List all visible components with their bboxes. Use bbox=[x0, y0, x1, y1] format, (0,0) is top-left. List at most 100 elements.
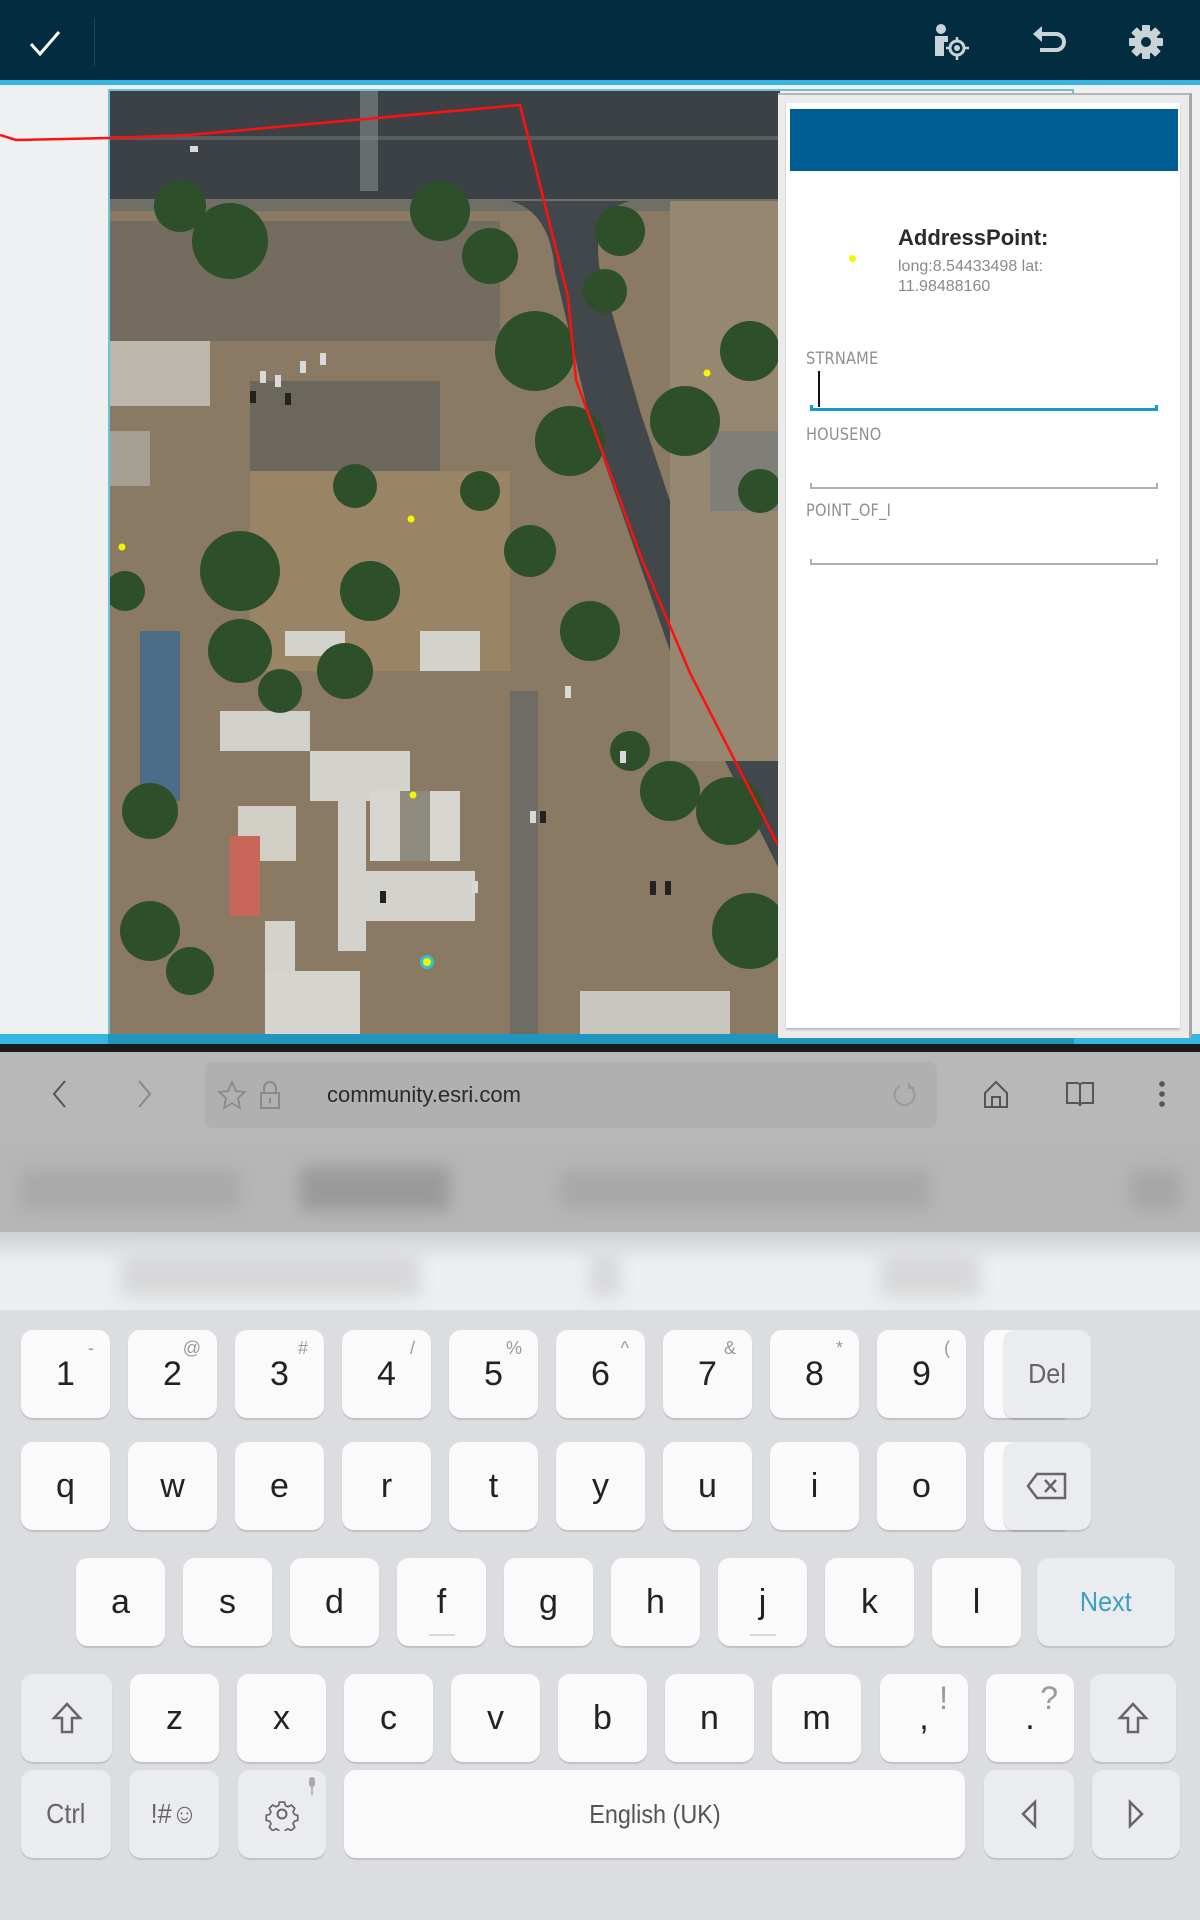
key-7[interactable]: 7 & bbox=[663, 1330, 752, 1418]
key-1[interactable]: 1- bbox=[21, 1330, 110, 1418]
user-location-icon bbox=[935, 24, 969, 60]
feature-symbol-icon bbox=[849, 255, 856, 262]
key-comma-alt: ! bbox=[939, 1680, 948, 1716]
key-w[interactable]: w bbox=[128, 1442, 217, 1530]
key-5[interactable]: 5% bbox=[449, 1330, 538, 1418]
key-next-label: Next bbox=[1080, 1586, 1132, 1617]
undo-button[interactable] bbox=[1026, 18, 1074, 66]
key-comma[interactable]: ,! bbox=[880, 1674, 968, 1762]
key-2[interactable]: 2 @ bbox=[128, 1330, 217, 1418]
key-i[interactable]: i bbox=[770, 1442, 859, 1530]
key-k[interactable]: k bbox=[825, 1558, 914, 1646]
key-m[interactable]: m bbox=[772, 1674, 861, 1762]
key-q[interactable]: q bbox=[21, 1442, 110, 1530]
reload-icon bbox=[893, 1083, 916, 1106]
key-c[interactable]: c bbox=[344, 1674, 433, 1762]
key-d[interactable]: d bbox=[290, 1558, 379, 1646]
star-icon bbox=[217, 1080, 247, 1110]
split-screen-divider[interactable] bbox=[0, 1044, 1200, 1052]
key-cursor-left[interactable] bbox=[984, 1770, 1074, 1858]
secure-indicator[interactable] bbox=[255, 1080, 285, 1110]
key-h-label: h bbox=[646, 1582, 665, 1621]
locate-user-button[interactable] bbox=[928, 18, 976, 66]
key-period-alt: ? bbox=[1040, 1680, 1058, 1716]
key-7-label: 7 bbox=[698, 1354, 717, 1393]
key-symbols[interactable]: !#☺ bbox=[129, 1770, 219, 1858]
key-u-label: u bbox=[698, 1466, 717, 1505]
shift-icon bbox=[1117, 1702, 1149, 1734]
key-period[interactable]: .? bbox=[986, 1674, 1074, 1762]
address-bar[interactable]: community.esri.com bbox=[205, 1062, 937, 1128]
key-del[interactable]: Del bbox=[1003, 1330, 1091, 1418]
home-button[interactable] bbox=[976, 1074, 1016, 1114]
key-h[interactable]: h bbox=[611, 1558, 700, 1646]
url-text: community.esri.com bbox=[327, 1082, 521, 1107]
browser-menu-button[interactable] bbox=[1142, 1074, 1182, 1114]
key-d-label: d bbox=[325, 1582, 344, 1621]
key-backspace[interactable] bbox=[1003, 1442, 1091, 1530]
field-label-houseno: HOUSENO bbox=[806, 425, 882, 445]
key-ctrl[interactable]: Ctrl bbox=[21, 1770, 111, 1858]
key-o[interactable]: o bbox=[877, 1442, 966, 1530]
forward-button[interactable] bbox=[124, 1074, 164, 1114]
back-button[interactable] bbox=[40, 1074, 80, 1114]
key-r[interactable]: r bbox=[342, 1442, 431, 1530]
key-l[interactable]: l bbox=[932, 1558, 1021, 1646]
shift-icon bbox=[50, 1702, 83, 1734]
feature-layer-name: AddressPoint: bbox=[898, 225, 1049, 250]
blurred-page-content bbox=[0, 1142, 1200, 1310]
reload-button[interactable] bbox=[890, 1080, 920, 1110]
key-y[interactable]: y bbox=[556, 1442, 645, 1530]
home-icon bbox=[984, 1080, 1008, 1108]
key-n[interactable]: n bbox=[665, 1674, 754, 1762]
key-3[interactable]: 3 # bbox=[235, 1330, 324, 1418]
confirm-button[interactable] bbox=[20, 20, 70, 66]
key-shift-left[interactable] bbox=[21, 1674, 112, 1762]
key-f[interactable]: f bbox=[397, 1558, 486, 1646]
key-6[interactable]: 6 ^ bbox=[556, 1330, 645, 1418]
key-z[interactable]: z bbox=[130, 1674, 219, 1762]
key-2-label: 2 bbox=[163, 1354, 182, 1393]
houseno-input[interactable] bbox=[810, 447, 1158, 487]
key-t[interactable]: t bbox=[449, 1442, 538, 1530]
key-b[interactable]: b bbox=[558, 1674, 647, 1762]
key-o-label: o bbox=[912, 1466, 931, 1505]
key-x[interactable]: x bbox=[237, 1674, 326, 1762]
key-space-label: English (UK) bbox=[588, 1798, 721, 1829]
key-3-label: 3 bbox=[270, 1354, 289, 1393]
key-3-alt: # bbox=[297, 1338, 308, 1358]
key-r-label: r bbox=[380, 1466, 393, 1505]
key-e[interactable]: e bbox=[235, 1442, 324, 1530]
key-i-label: i bbox=[810, 1466, 819, 1505]
key-4-label: 4 bbox=[377, 1354, 396, 1393]
point-of-interest-input[interactable] bbox=[810, 523, 1158, 563]
key-t-label: t bbox=[488, 1466, 499, 1505]
key-v[interactable]: v bbox=[451, 1674, 540, 1762]
key-u[interactable]: u bbox=[663, 1442, 752, 1530]
settings-button[interactable] bbox=[1122, 18, 1170, 66]
key-s[interactable]: s bbox=[183, 1558, 272, 1646]
key-g[interactable]: g bbox=[504, 1558, 593, 1646]
key-9-alt: ( bbox=[944, 1338, 950, 1358]
reader-button[interactable] bbox=[1060, 1074, 1100, 1114]
field-label-point-of-interest: POINT_OF_I bbox=[806, 501, 892, 521]
bookmark-button[interactable] bbox=[217, 1080, 247, 1110]
key-l-label: l bbox=[972, 1582, 981, 1621]
text-cursor bbox=[818, 371, 820, 407]
key-8[interactable]: 8 * bbox=[770, 1330, 859, 1418]
key-x-label: x bbox=[273, 1698, 290, 1737]
key-4[interactable]: 4/ bbox=[342, 1330, 431, 1418]
key-shift-right[interactable] bbox=[1090, 1674, 1176, 1762]
key-del-label: Del bbox=[1028, 1358, 1066, 1389]
key-c-label: c bbox=[380, 1698, 397, 1737]
key-n-label: n bbox=[700, 1698, 719, 1737]
satellite-basemap bbox=[110, 91, 780, 1040]
key-cursor-right[interactable] bbox=[1092, 1770, 1180, 1858]
key-keyboard-settings[interactable] bbox=[238, 1770, 326, 1858]
key-next[interactable]: Next bbox=[1037, 1558, 1175, 1646]
key-space[interactable]: English (UK) bbox=[344, 1770, 965, 1858]
key-a[interactable]: a bbox=[76, 1558, 165, 1646]
key-9[interactable]: 9( bbox=[877, 1330, 966, 1418]
key-j[interactable]: j bbox=[718, 1558, 807, 1646]
key-4-alt: / bbox=[409, 1338, 415, 1358]
